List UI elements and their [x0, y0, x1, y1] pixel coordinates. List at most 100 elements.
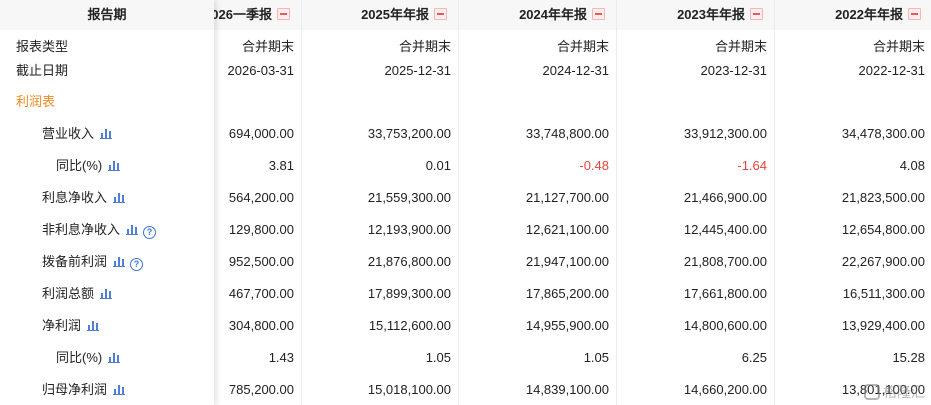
- value-cell: 12,445,400.00: [683, 222, 767, 237]
- value-cell: 33,912,300.00: [683, 126, 767, 141]
- pdf-icon[interactable]: [277, 8, 290, 20]
- table-row: 694,000.00 33,753,200.00 33,748,800.00 33,9…: [214, 118, 931, 150]
- period-header-3[interactable]: 2024年年报: [459, 0, 617, 30]
- header-row: 2026一季报 2025年年报 2024年年报 2023年年报 2022年年报: [214, 0, 931, 30]
- value-cell: 785,200.00: [228, 382, 294, 397]
- row-label-wrap: 净利润: [42, 310, 100, 342]
- row-label: 同比(%): [56, 158, 103, 173]
- table-row: 1.43 1.05 1.05 6.25 15.28: [214, 342, 931, 374]
- value-cell: -0.48: [579, 158, 609, 173]
- period-header-1[interactable]: 2026一季报: [214, 0, 302, 30]
- table-row: 129,800.00 12,193,900.00 12,621,100.00 12,4…: [214, 214, 931, 246]
- value-cell: 21,947,100.00: [525, 254, 609, 269]
- table-row-label: 利润总额: [0, 278, 214, 310]
- value-cell: 2025-12-31: [384, 63, 452, 78]
- period-header-2[interactable]: 2025年年报: [301, 0, 459, 30]
- value-cell: 304,800.00: [228, 318, 294, 333]
- cutoff-date-row-label: 截止日期: [0, 58, 214, 84]
- bar-chart-icon[interactable]: [100, 288, 113, 299]
- value-cell: 14,660,200.00: [683, 382, 767, 397]
- pdf-icon[interactable]: [434, 8, 447, 20]
- value-cell: 3.81: [268, 158, 294, 173]
- period-header-label: 报告期: [0, 0, 214, 30]
- row-label-wrap: 拨备前利润?: [42, 246, 144, 278]
- value-cell: 合并期末: [556, 39, 609, 54]
- value-cell: 合并期末: [241, 39, 294, 54]
- pdf-icon[interactable]: [908, 8, 921, 20]
- table-row: 3.81 0.01 -0.48 -1.64 4.08: [214, 150, 931, 182]
- row-label-wrap: 利息净收入: [42, 182, 126, 214]
- value-cell: 21,876,800.00: [367, 254, 451, 269]
- period-header-text: 2025年年报: [361, 7, 429, 22]
- value-cell: 16,511,300.00: [842, 286, 925, 301]
- row-label: 拨备前利润: [42, 254, 108, 269]
- data-scroll-area[interactable]: 2026一季报 2025年年报 2024年年报 2023年年报 2022年年报 合并期末…: [214, 0, 931, 405]
- watermark-text: 格隆汇: [883, 384, 925, 400]
- table-row-label: 营业收入: [0, 118, 214, 150]
- value-cell: 564,200.00: [228, 190, 294, 205]
- bar-chart-icon[interactable]: [113, 384, 126, 395]
- row-label: 截止日期: [16, 63, 69, 78]
- bar-chart-icon[interactable]: [126, 224, 139, 235]
- period-header-text: 2026一季报: [214, 7, 272, 22]
- value-cell: 12,621,100.00: [525, 222, 609, 237]
- value-cell: 1.43: [268, 350, 294, 365]
- value-cell: 15,112,600.00: [368, 318, 451, 333]
- value-cell: 1.05: [583, 350, 609, 365]
- table-row-label: 非利息净收入?: [0, 214, 214, 246]
- table-row: 304,800.00 15,112,600.00 14,955,900.00 14,8…: [214, 310, 931, 342]
- value-cell: 21,808,700.00: [683, 254, 767, 269]
- section-header-income: 利润表: [0, 86, 214, 118]
- watermark-logo-icon: [864, 384, 880, 400]
- value-cell: 6.25: [741, 350, 767, 365]
- value-cell: 12,654,800.00: [841, 222, 925, 237]
- row-label-wrap: 利润总额: [42, 278, 113, 310]
- bar-chart-icon[interactable]: [87, 320, 100, 331]
- value-cell: 2022-12-31: [858, 63, 926, 78]
- row-label: 利息净收入: [42, 190, 108, 205]
- table-row-label: 归母净利润: [0, 374, 214, 405]
- table-row-label: 同比(%): [0, 150, 214, 182]
- row-label-wrap: 归母净利润: [42, 374, 126, 405]
- value-cell: 14,839,100.00: [525, 382, 609, 397]
- value-cell: 13,929,400.00: [841, 318, 925, 333]
- table-row-label: 同比(%): [0, 342, 214, 374]
- bar-chart-icon[interactable]: [108, 352, 121, 363]
- period-header-4[interactable]: 2023年年报: [617, 0, 775, 30]
- row-label: 净利润: [42, 318, 82, 333]
- bar-chart-icon[interactable]: [108, 160, 121, 171]
- value-cell: 952,500.00: [228, 254, 294, 269]
- period-header-5[interactable]: 2022年年报: [775, 0, 931, 30]
- value-cell: 21,127,700.00: [525, 190, 609, 205]
- period-header-text: 2023年年报: [677, 7, 745, 22]
- report-type-row-label: 报表类型: [0, 34, 214, 60]
- frozen-label-column: 报告期 报表类型 截止日期 利润表 营业收入 同比(%) 利息净收入 非利息净收入? 拨备前利…: [0, 0, 214, 405]
- value-cell: 2026-03-31: [227, 63, 295, 78]
- help-icon[interactable]: ?: [143, 226, 157, 239]
- pdf-icon[interactable]: [750, 8, 763, 20]
- value-cell: 2023-12-31: [700, 63, 768, 78]
- value-cell: 15,018,100.00: [367, 382, 451, 397]
- value-cell: 129,800.00: [228, 222, 294, 237]
- table-row: 564,200.00 21,559,300.00 21,127,700.00 21,4…: [214, 182, 931, 214]
- help-icon[interactable]: ?: [130, 258, 144, 271]
- table-row-label: 净利润: [0, 310, 214, 342]
- value-cell: 0.01: [425, 158, 451, 173]
- value-cell: 合并期末: [398, 39, 451, 54]
- value-cell: 22,267,900.00: [841, 254, 925, 269]
- bar-chart-icon[interactable]: [113, 192, 126, 203]
- row-label: 同比(%): [56, 350, 103, 365]
- bar-chart-icon[interactable]: [100, 128, 113, 139]
- value-cell: 17,865,200.00: [525, 286, 609, 301]
- pdf-icon[interactable]: [592, 8, 605, 20]
- value-cell: 4.08: [899, 158, 925, 173]
- section-title: 利润表: [16, 94, 56, 109]
- value-cell: 1.05: [425, 350, 451, 365]
- table-row: 952,500.00 21,876,800.00 21,947,100.00 21,8…: [214, 246, 931, 278]
- value-cell: 14,800,600.00: [683, 318, 767, 333]
- value-cell: 17,661,800.00: [683, 286, 767, 301]
- value-cell: 467,700.00: [228, 286, 294, 301]
- bar-chart-icon[interactable]: [113, 256, 126, 267]
- value-cell: 2024-12-31: [542, 63, 610, 78]
- report-type-row: 合并期末 合并期末 合并期末 合并期末 合并期末: [214, 34, 931, 60]
